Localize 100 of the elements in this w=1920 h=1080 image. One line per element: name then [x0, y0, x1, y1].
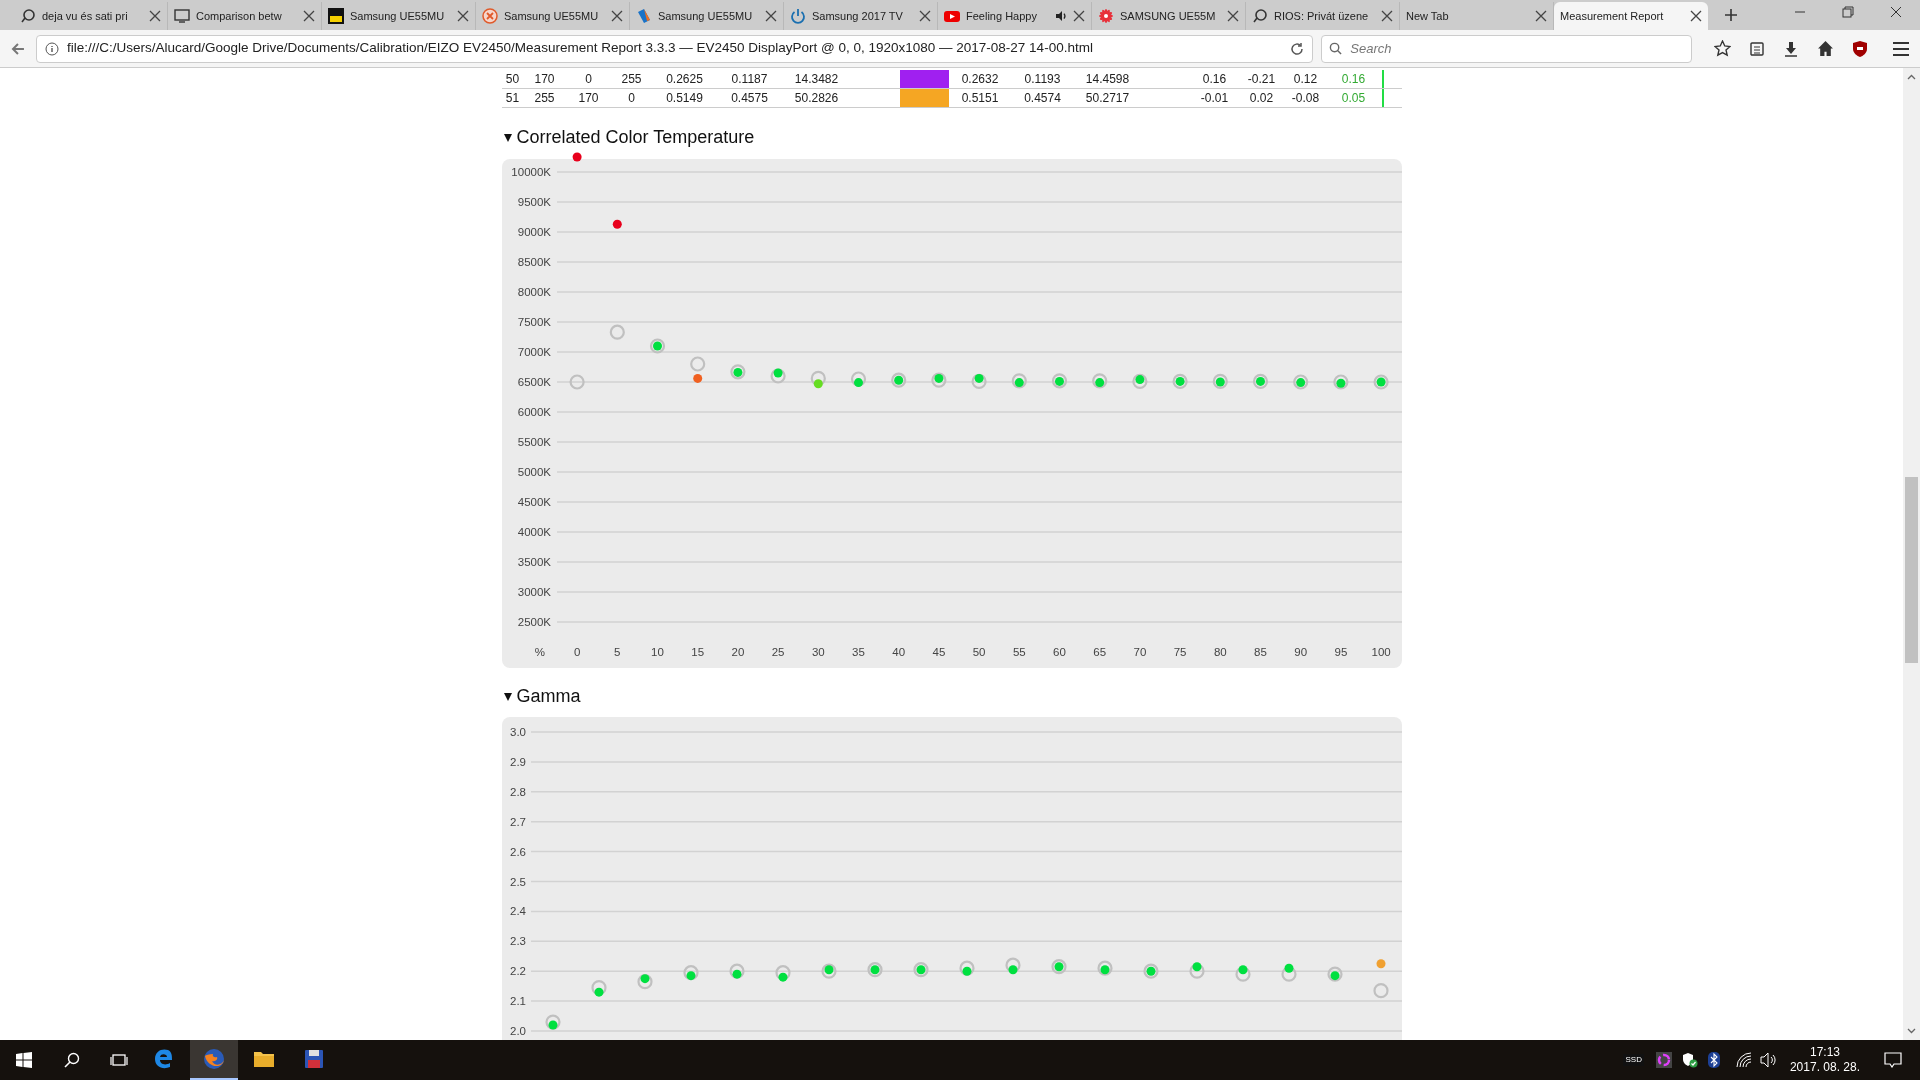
y-tick-label: 9000K: [517, 226, 551, 238]
target-ring: [1011, 373, 1027, 389]
x-tick-label: 0: [573, 646, 580, 658]
x-tick-label: 25: [771, 646, 784, 658]
x-tick-label: 5: [613, 646, 620, 658]
y-tick-label: 4000K: [517, 526, 551, 538]
tag-icon: [636, 8, 652, 24]
close-tab-icon[interactable]: [1381, 10, 1393, 22]
y-tick-label: 5000K: [517, 466, 551, 478]
reload-icon[interactable]: [1290, 41, 1305, 56]
table-cell-text: 0.4574: [1023, 90, 1062, 107]
table-cell-text: 50: [504, 71, 521, 88]
search-icon[interactable]: [64, 1052, 80, 1068]
section-title[interactable]: Gamma: [516, 683, 581, 710]
table-cell-text: 0.02: [1248, 90, 1275, 107]
table-cell-text: 0.05: [1340, 90, 1367, 107]
disclosure-triangle-icon[interactable]: [503, 692, 512, 701]
task-view-icon[interactable]: [110, 1052, 128, 1068]
close-tab-icon[interactable]: [457, 10, 469, 22]
download-icon[interactable]: [1783, 40, 1799, 57]
table-cell-text: -0.21: [1246, 71, 1277, 88]
scroll-up-icon[interactable]: [1907, 74, 1916, 80]
target-ring: [1050, 959, 1067, 975]
ring-icon[interactable]: [1655, 1052, 1672, 1068]
x-tick-label: 50: [972, 646, 985, 658]
target-ring: [958, 960, 975, 976]
target-ring: [1096, 960, 1113, 976]
close-tab-icon[interactable]: [149, 10, 161, 22]
x-tick-label: 100: [1371, 646, 1391, 658]
scroll-down-icon[interactable]: [1907, 1028, 1916, 1034]
restore-icon[interactable]: [1842, 6, 1854, 18]
x-tick-label: 15: [690, 646, 704, 658]
info-icon[interactable]: [44, 41, 59, 56]
table-cell-text: 0.16: [1201, 71, 1228, 88]
y-tick-label: 6000K: [517, 406, 551, 418]
table-cell-text: 0.2625: [665, 71, 704, 88]
tab-title: SAMSUNG UE55M: [1120, 8, 1216, 24]
y-tick-label: 2.8: [509, 785, 526, 798]
play-icon: [944, 8, 960, 24]
y-tick-label: 2.1: [509, 995, 526, 1008]
table-cell-text: -0.01: [1199, 90, 1230, 107]
close-tab-icon[interactable]: [1690, 10, 1702, 22]
target-ring: [1142, 963, 1159, 979]
close-icon[interactable]: [1890, 6, 1902, 18]
speaker-icon[interactable]: [1055, 10, 1067, 22]
tab-title: Comparison betw: [196, 8, 282, 24]
tab-title: Samsung UE55MU: [350, 8, 445, 24]
disclosure-triangle-icon[interactable]: [503, 133, 512, 142]
table-cell-text: 51: [504, 90, 521, 107]
windows-icon[interactable]: [16, 1052, 32, 1068]
y-tick-label: 2.6: [509, 845, 526, 858]
table-cell-text: 0.16: [1340, 71, 1367, 88]
close-tab-icon[interactable]: [303, 10, 315, 22]
shield-check-icon[interactable]: [1681, 1052, 1698, 1068]
target-ring: [728, 963, 745, 979]
target-ring: [1372, 983, 1389, 999]
close-tab-icon[interactable]: [1535, 10, 1547, 22]
ssd-icon[interactable]: SSD: [1623, 1054, 1644, 1066]
close-tab-icon[interactable]: [1227, 10, 1240, 22]
notification-icon[interactable]: [1884, 1052, 1902, 1068]
wifi-icon[interactable]: [1735, 1052, 1752, 1068]
scrollbar[interactable]: [1903, 68, 1920, 1040]
target-ring: [590, 980, 607, 996]
y-tick-label: 7500K: [517, 316, 551, 328]
clock-time[interactable]: 17:13: [1809, 1045, 1840, 1060]
taskbar-app[interactable]: [190, 1040, 238, 1080]
y-tick-label: 10000K: [510, 166, 551, 178]
close-tab-icon[interactable]: [919, 10, 931, 22]
search-field[interactable]: Search: [1321, 34, 1692, 63]
tab-title: deja vu és sati pri: [42, 8, 128, 24]
reading-list-icon[interactable]: [1749, 40, 1765, 57]
tab-title: Samsung UE55MU: [658, 8, 753, 24]
scroll-thumb[interactable]: [1905, 477, 1918, 663]
bluetooth-icon[interactable]: [1707, 1052, 1720, 1068]
address-bar[interactable]: file:///C:/Users/Alucard/Google Drive/Documents/Calibration/EIZO EV2450/Measurement Report 3.3.3 — EV2450 DisplayPort @ 0, 0, 1920x1080 — 2017-08-27 14-00.html: [35, 34, 1314, 63]
table-cell-text: 0: [627, 90, 636, 107]
menu-icon[interactable]: [1892, 40, 1910, 57]
close-tab-icon[interactable]: [765, 10, 777, 22]
target-ring: [544, 1014, 561, 1030]
target-ring: [770, 368, 786, 384]
shield-icon[interactable]: [1852, 40, 1868, 57]
target-ring: [689, 356, 705, 372]
target-ring: [912, 962, 929, 978]
y-tick-label: 3000K: [517, 586, 551, 598]
y-tick-label: 2.5: [509, 875, 526, 888]
section-title[interactable]: Correlated Color Temperature: [516, 124, 755, 151]
home-icon[interactable]: [1817, 40, 1834, 57]
close-tab-icon[interactable]: [1073, 10, 1085, 22]
new-tab-icon[interactable]: [1724, 8, 1738, 22]
table-cell-text: 0.5149: [665, 90, 704, 107]
star-icon[interactable]: [1714, 40, 1731, 57]
clock-date[interactable]: 2017. 08. 28.: [1789, 1060, 1860, 1075]
close-tab-icon[interactable]: [611, 10, 623, 22]
tab-title: Measurement Report: [1560, 8, 1664, 24]
x-circle-icon: [482, 8, 498, 24]
y-tick-label: 4500K: [517, 496, 551, 508]
y-tick-label: 7000K: [517, 346, 551, 358]
volume-icon[interactable]: [1759, 1052, 1778, 1068]
table-cell-text: 50.2717: [1084, 90, 1131, 107]
browser-tab[interactable]: Measurement Report: [1554, 2, 1708, 30]
